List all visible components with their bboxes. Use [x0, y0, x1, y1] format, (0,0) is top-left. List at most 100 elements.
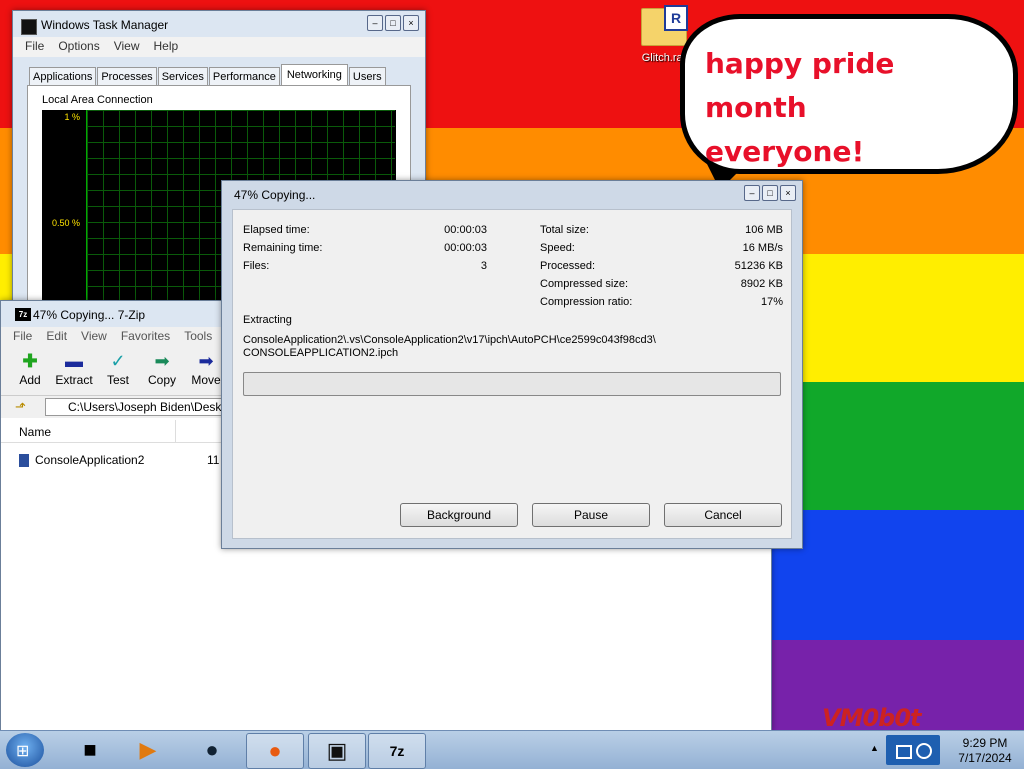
- path-line-1: ConsoleApplication2\.vs\ConsoleApplicati…: [243, 334, 656, 346]
- system-tray: ▲ 9:29 PM 7/17/2024: [862, 731, 1024, 769]
- current-file-path: ConsoleApplication2\.vs\ConsoleApplicati…: [243, 334, 783, 360]
- menu-favorites[interactable]: Favorites: [121, 329, 170, 345]
- folder-up-icon[interactable]: ⬏: [15, 399, 26, 415]
- taskbar-app-media-player[interactable]: ▶: [120, 733, 176, 767]
- add-button[interactable]: ✚ Add: [11, 351, 49, 391]
- clock[interactable]: 9:29 PM 7/17/2024: [946, 736, 1024, 766]
- close-button[interactable]: ×: [780, 185, 796, 201]
- file-name: ConsoleApplication2: [35, 453, 145, 467]
- compression-ratio-value: 17%: [760, 296, 783, 308]
- extract-button[interactable]: ▬ Extract: [55, 351, 93, 391]
- 7zip-title: 47% Copying... 7-Zip: [33, 308, 146, 322]
- clock-time: 9:29 PM: [962, 736, 1008, 750]
- media-player-icon: ▶: [139, 737, 157, 762]
- network-icon[interactable]: [896, 745, 912, 759]
- taskbar-app-globe[interactable]: ●: [184, 733, 240, 767]
- tab-services[interactable]: Services: [157, 67, 208, 86]
- files-label: Files:: [243, 260, 270, 272]
- 7zip-app-icon: 7z: [15, 308, 31, 321]
- connection-name: Local Area Connection: [42, 94, 153, 106]
- taskbar: ⊞ ■ ▶ ● ● ▣ 7z ▲ 9:29 PM 7/17/2024: [0, 730, 1024, 769]
- compressed-size-label: Compressed size:: [540, 278, 629, 290]
- bubble-line-1: happy pride month: [705, 47, 895, 124]
- copy-dialog-titlebar[interactable]: 47% Copying... – □ ×: [222, 181, 802, 207]
- pause-button[interactable]: Pause: [532, 503, 650, 527]
- copy-button[interactable]: ➡ Copy: [143, 351, 181, 391]
- task-manager-icon: [21, 19, 37, 35]
- 7zip-icon: 7z: [389, 743, 405, 759]
- column-separator[interactable]: [175, 420, 176, 442]
- bubble-line-2: everyone!: [705, 135, 865, 168]
- tab-applications[interactable]: Applications: [29, 67, 97, 86]
- progress-bar: [243, 372, 781, 396]
- maximize-button[interactable]: □: [385, 15, 401, 31]
- tab-users[interactable]: Users: [348, 67, 386, 86]
- task-manager-icon: ▣: [326, 738, 348, 763]
- taskbar-app-7zip[interactable]: 7z: [368, 733, 426, 769]
- add-label: Add: [19, 373, 41, 387]
- path-line-2: CONSOLEAPPLICATION2.ipch: [243, 347, 399, 359]
- file-size: 11: [207, 453, 220, 467]
- cancel-button[interactable]: Cancel: [664, 503, 782, 527]
- firefox-icon: ●: [268, 738, 282, 763]
- taskbar-app-terminal[interactable]: ■: [62, 733, 118, 767]
- move-button[interactable]: ➡ Move: [187, 351, 225, 391]
- tab-processes[interactable]: Processes: [97, 67, 157, 86]
- globe-icon: ●: [205, 737, 219, 762]
- menu-file[interactable]: File: [13, 329, 32, 345]
- minus-icon: ▬: [65, 351, 83, 371]
- terminal-icon: ■: [83, 737, 97, 762]
- menu-help[interactable]: Help: [154, 39, 179, 55]
- windows-logo-icon: ⊞: [16, 743, 30, 760]
- total-size-label: Total size:: [540, 224, 589, 236]
- checkmark-icon: ✓: [110, 351, 126, 371]
- task-manager-title: Windows Task Manager: [41, 18, 169, 32]
- compression-ratio-label: Compression ratio:: [540, 296, 633, 308]
- remaining-value: 00:00:03: [444, 242, 487, 254]
- task-manager-menubar: File Options View Help: [13, 37, 425, 57]
- remaining-label: Remaining time:: [243, 242, 323, 254]
- speed-value: 16 MB/s: [742, 242, 783, 254]
- move-arrow-icon: ➡: [198, 351, 214, 371]
- clock-date: 7/17/2024: [958, 751, 1012, 765]
- volume-icon[interactable]: [916, 743, 932, 759]
- plus-icon: ✚: [22, 351, 38, 371]
- copy-arrow-icon: ➡: [154, 351, 170, 371]
- graph-label-mid: 0.50 %: [51, 218, 80, 228]
- background-button[interactable]: Background: [400, 503, 518, 527]
- menu-edit[interactable]: Edit: [46, 329, 67, 345]
- minimize-button[interactable]: –: [744, 185, 760, 201]
- close-button[interactable]: ×: [403, 15, 419, 31]
- menu-view[interactable]: View: [114, 39, 140, 55]
- copy-dialog-title: 47% Copying...: [234, 188, 316, 202]
- operation-status: Extracting: [243, 314, 292, 326]
- speed-label: Speed:: [540, 242, 575, 254]
- test-label: Test: [106, 373, 129, 387]
- menu-file[interactable]: File: [25, 39, 44, 55]
- taskbar-app-task-manager[interactable]: ▣: [308, 733, 366, 769]
- column-name[interactable]: Name: [19, 425, 51, 439]
- maximize-button[interactable]: □: [762, 185, 778, 201]
- watermark-logo: VM0b0t: [822, 704, 922, 732]
- task-manager-titlebar[interactable]: Windows Task Manager – □ ×: [13, 11, 425, 37]
- taskbar-app-firefox[interactable]: ●: [246, 733, 304, 769]
- compressed-size-value: 8902 KB: [740, 278, 783, 290]
- elapsed-value: 00:00:03: [444, 224, 487, 236]
- move-label: Move: [191, 373, 221, 387]
- tray-icons: [886, 735, 940, 765]
- tab-networking[interactable]: Networking: [280, 64, 348, 86]
- copy-dialog-body: Elapsed time: 00:00:03 Remaining time: 0…: [232, 209, 792, 539]
- minimize-button[interactable]: –: [367, 15, 383, 31]
- menu-tools[interactable]: Tools: [184, 329, 212, 345]
- tab-performance[interactable]: Performance: [208, 67, 280, 86]
- speech-bubble-text: happy pride month everyone!: [705, 42, 995, 174]
- show-hidden-icons-icon[interactable]: ▲: [870, 743, 879, 753]
- menu-options[interactable]: Options: [58, 39, 99, 55]
- processed-label: Processed:: [540, 260, 596, 272]
- elapsed-label: Elapsed time:: [243, 224, 310, 236]
- copy-progress-dialog[interactable]: 47% Copying... – □ × Elapsed time: 00:00…: [221, 180, 803, 549]
- start-button[interactable]: ⊞: [6, 733, 44, 767]
- test-button[interactable]: ✓ Test: [99, 351, 137, 391]
- extract-label: Extract: [55, 373, 93, 387]
- menu-view[interactable]: View: [81, 329, 107, 345]
